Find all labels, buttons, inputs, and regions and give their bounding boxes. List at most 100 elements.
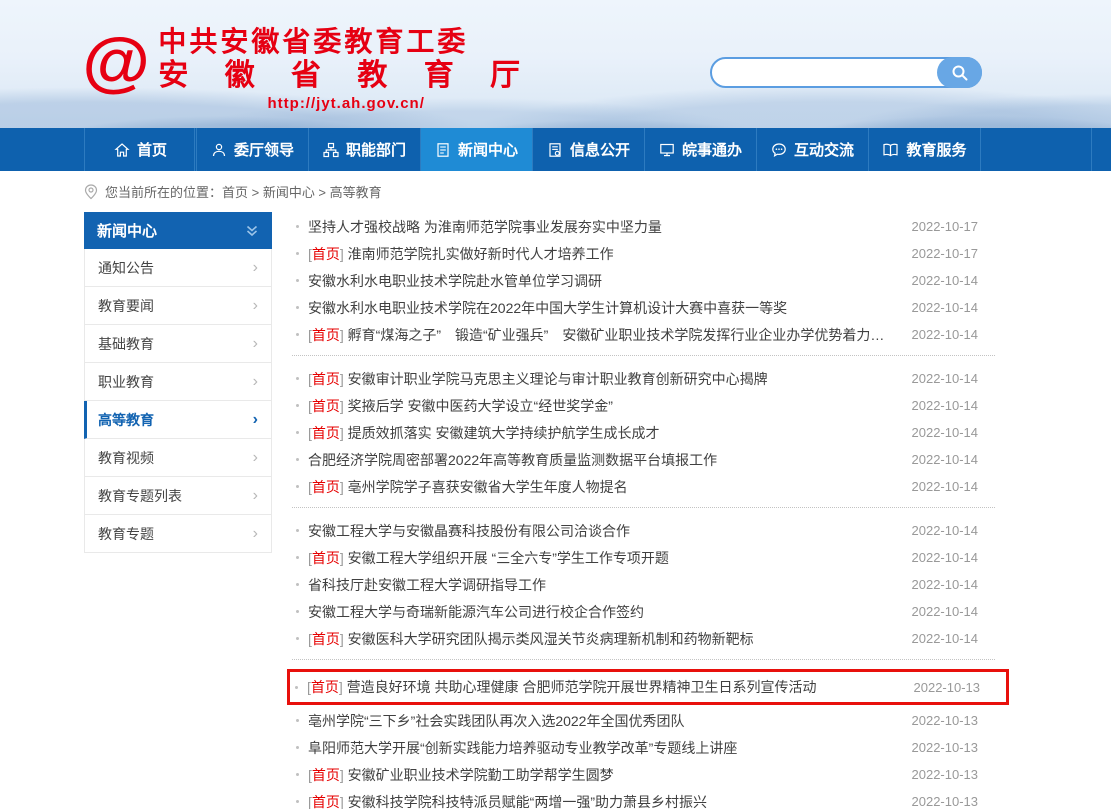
sidebar-header[interactable]: 新闻中心 [84, 212, 272, 249]
news-row[interactable]: [首页] 安徽医科大学研究团队揭示类风湿关节炎病理新机制和药物新靶标2022-1… [292, 625, 995, 652]
news-title[interactable]: [首页] 安徽审计职业学院马克思主义理论与审计职业教育创新研究中心揭牌 [308, 369, 894, 389]
news-row[interactable]: 安徽水利水电职业技术学院赴水管单位学习调研 2022-10-14 [292, 267, 995, 294]
sidebar-item-label: 职业教育 [98, 372, 154, 392]
chevron-right-icon: › [253, 412, 258, 428]
news-date: 2022-10-13 [912, 713, 996, 728]
sidebar-item[interactable]: 基础教育› [84, 325, 272, 363]
sidebar-item[interactable]: 教育要闻› [84, 287, 272, 325]
news-row[interactable]: 安徽工程大学与安徽晶赛科技股份有限公司洽谈合作2022-10-14 [292, 517, 995, 544]
breadcrumb-text: 您当前所在的位置：首页 > 新闻中心 > 高等教育 [105, 182, 382, 201]
site-url: http://jyt.ah.gov.cn/ [158, 95, 534, 112]
nav-item-service[interactable]: 教育服务 [868, 128, 980, 171]
news-row[interactable]: [首页] 安徽审计职业学院马克思主义理论与审计职业教育创新研究中心揭牌2022-… [292, 365, 995, 392]
nav-item-news[interactable]: 新闻中心 [420, 128, 532, 171]
sidebar-item[interactable]: 通知公告 › [84, 249, 272, 287]
bullet-icon [296, 637, 299, 640]
nav-item-info[interactable]: 信息公开 [532, 128, 644, 171]
news-title[interactable]: [首页] 安徽医科大学研究团队揭示类风湿关节炎病理新机制和药物新靶标 [308, 629, 894, 649]
news-row-highlighted[interactable]: [首页] 营造良好环境 共助心理健康 合肥师范学院开展世界精神卫生日系列宣传活动… [287, 669, 1009, 705]
news-row[interactable]: 安徽水利水电职业技术学院在2022年中国大学生计算机设计大赛中喜获一等奖 2022… [292, 294, 995, 321]
news-date: 2022-10-14 [912, 577, 996, 592]
sidebar-item-active[interactable]: 高等教育› [84, 401, 272, 439]
bullet-icon [296, 377, 299, 380]
nav-item-leaders[interactable]: 委厅领导 [196, 128, 308, 171]
open-book-icon [882, 142, 899, 158]
news-row[interactable]: [首页] 淮南师范学院扎实做好新时代人才培养工作 2022-10-17 [292, 240, 995, 267]
sidebar-item[interactable]: 教育专题列表› [84, 477, 272, 515]
news-date: 2022-10-14 [912, 425, 996, 440]
news-title[interactable]: [首页] 安徽工程大学组织开展 “三全六专”学生工作专项开题 [308, 548, 894, 568]
news-date: 2022-10-17 [912, 246, 996, 261]
news-row[interactable]: [首页] 安徽科技学院科技特派员赋能“两增一强”助力萧县乡村振兴2022-10-… [292, 788, 995, 809]
news-title[interactable]: 安徽工程大学与奇瑞新能源汽车公司进行校企合作签约 [308, 602, 894, 622]
news-row[interactable]: [首页] 安徽矿业职业技术学院勤工助学帮学生圆梦2022-10-13 [292, 761, 995, 788]
news-row[interactable]: 亳州学院“三下乡”社会实践团队再次入选2022年全国优秀团队 2022-10-13 [292, 707, 995, 734]
search-input[interactable] [722, 60, 922, 85]
sitemap-icon [323, 142, 339, 158]
news-row[interactable]: [首页] 孵育“煤海之子” 锻造“矿业强兵” 安徽矿业职业技术学院发挥行业企业办… [292, 321, 995, 348]
news-date: 2022-10-14 [912, 479, 996, 494]
homepage-tag: 首页 [312, 767, 340, 783]
news-title[interactable]: 省科技厅赴安徽工程大学调研指导工作 [308, 575, 894, 595]
homepage-tag: 首页 [312, 479, 340, 495]
breadcrumb: 您当前所在的位置：首页 > 新闻中心 > 高等教育 [0, 171, 1111, 212]
news-title[interactable]: 阜阳师范大学开展“创新实践能力培养驱动专业教学改革”专题线上讲座 [308, 738, 894, 758]
news-row[interactable]: [首页] 提质效抓落实 安徽建筑大学持续护航学生成长成才 2022-10-14 [292, 419, 995, 446]
news-row[interactable]: [首页] 安徽工程大学组织开展 “三全六专”学生工作专项开题 2022-10-14 [292, 544, 995, 571]
news-title[interactable]: 安徽水利水电职业技术学院赴水管单位学习调研 [308, 271, 894, 291]
bullet-icon [296, 404, 299, 407]
news-title[interactable]: [首页] 亳州学院学子喜获安徽省大学生年度人物提名 [308, 477, 894, 497]
news-row[interactable]: 安徽工程大学与奇瑞新能源汽车公司进行校企合作签约 2022-10-14 [292, 598, 995, 625]
org-name-line2: 安 徽 省 教 育 厅 [158, 58, 534, 94]
nav-item-depts[interactable]: 职能部门 [308, 128, 420, 171]
news-title[interactable]: 安徽水利水电职业技术学院在2022年中国大学生计算机设计大赛中喜获一等奖 [308, 298, 894, 318]
news-title[interactable]: 安徽工程大学与安徽晶赛科技股份有限公司洽谈合作 [308, 521, 894, 541]
news-date: 2022-10-14 [912, 550, 996, 565]
news-row[interactable]: 合肥经济学院周密部署2022年高等教育质量监测数据平台填报工作2022-10-1… [292, 446, 995, 473]
news-row[interactable]: 坚持人才强校战略 为淮南师范学院事业发展夯实中坚力量 2022-10-17 [292, 213, 995, 240]
news-title[interactable]: [首页] 奖掖后学 安徽中医药大学设立“经世奖学金” [308, 396, 894, 416]
news-title[interactable]: [首页] 营造良好环境 共助心理健康 合肥师范学院开展世界精神卫生日系列宣传活动 [307, 677, 896, 697]
news-date: 2022-10-14 [912, 604, 996, 619]
news-row[interactable]: 省科技厅赴安徽工程大学调研指导工作 2022-10-14 [292, 571, 995, 598]
news-title[interactable]: [首页] 提质效抓落实 安徽建筑大学持续护航学生成长成才 [308, 423, 894, 443]
bullet-icon [295, 686, 298, 689]
news-date: 2022-10-14 [912, 273, 996, 288]
news-date: 2022-10-14 [912, 300, 996, 315]
news-date: 2022-10-17 [912, 219, 996, 234]
site-logo[interactable]: @ 中共安徽省委教育工委 安 徽 省 教 育 厅 http://jyt.ah.g… [84, 26, 534, 112]
sidebar-item[interactable]: 教育专题› [84, 515, 272, 553]
sidebar-item-label: 教育视频 [98, 448, 154, 468]
sidebar-item-label: 通知公告 [98, 258, 154, 278]
nav-item-home[interactable]: 首页 [84, 128, 196, 171]
chevron-right-icon: › [253, 260, 258, 276]
nav-item-wanshi[interactable]: 皖事通办 [644, 128, 756, 171]
news-row[interactable]: 阜阳师范大学开展“创新实践能力培养驱动专业教学改革”专题线上讲座2022-10-… [292, 734, 995, 761]
homepage-tag: 首页 [312, 425, 340, 441]
home-icon [114, 142, 130, 158]
news-date: 2022-10-14 [912, 398, 996, 413]
news-row[interactable]: [首页] 亳州学院学子喜获安徽省大学生年度人物提名 2022-10-14 [292, 473, 995, 500]
news-title[interactable]: [首页] 淮南师范学院扎实做好新时代人才培养工作 [308, 244, 894, 264]
bullet-icon [296, 431, 299, 434]
nav-item-label: 皖事通办 [682, 139, 742, 160]
nav-item-interact[interactable]: 互动交流 [756, 128, 868, 171]
chevron-right-icon: › [253, 336, 258, 352]
search-button[interactable] [937, 57, 982, 88]
logo-text: 中共安徽省委教育工委 安 徽 省 教 育 厅 http://jyt.ah.gov… [158, 26, 534, 112]
sidebar: 新闻中心 通知公告›教育要闻›基础教育›职业教育›高等教育›教育视频›教育专题列… [84, 212, 272, 553]
news-title[interactable]: 合肥经济学院周密部署2022年高等教育质量监测数据平台填报工作 [308, 450, 894, 470]
news-title[interactable]: 坚持人才强校战略 为淮南师范学院事业发展夯实中坚力量 [308, 217, 894, 237]
news-title[interactable]: [首页] 安徽矿业职业技术学院勤工助学帮学生圆梦 [308, 765, 894, 785]
sidebar-title: 新闻中心 [97, 220, 157, 241]
news-group: [首页] 营造良好环境 共助心理健康 合肥师范学院开展世界精神卫生日系列宣传活动… [292, 669, 995, 809]
bullet-icon [296, 556, 299, 559]
news-title[interactable]: 亳州学院“三下乡”社会实践团队再次入选2022年全国优秀团队 [308, 711, 894, 731]
page: @ 中共安徽省委教育工委 安 徽 省 教 育 厅 http://jyt.ah.g… [0, 0, 1111, 809]
news-title[interactable]: [首页] 安徽科技学院科技特派员赋能“两增一强”助力萧县乡村振兴 [308, 792, 894, 809]
double-chevron-down-icon [245, 224, 259, 238]
sidebar-item[interactable]: 职业教育› [84, 363, 272, 401]
news-title[interactable]: [首页] 孵育“煤海之子” 锻造“矿业强兵” 安徽矿业职业技术学院发挥行业企业办… [308, 325, 894, 345]
sidebar-item[interactable]: 教育视频› [84, 439, 272, 477]
news-row[interactable]: [首页] 奖掖后学 安徽中医药大学设立“经世奖学金” 2022-10-14 [292, 392, 995, 419]
